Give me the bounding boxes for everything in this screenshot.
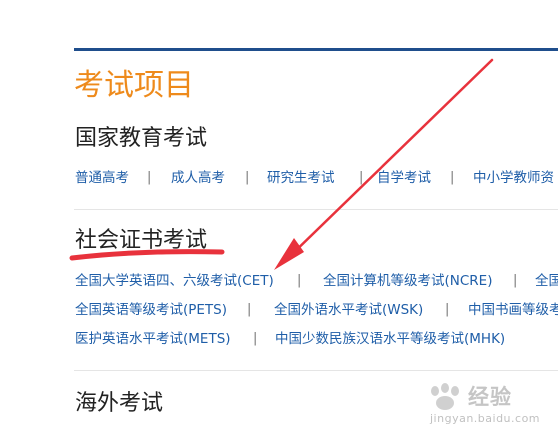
top-rule bbox=[74, 48, 558, 51]
watermark-brand: 经验 bbox=[468, 385, 512, 409]
link-separator: | bbox=[245, 170, 250, 185]
section-title-national-education: 国家教育考试 bbox=[75, 126, 208, 151]
exam-link[interactable]: 自学考试 bbox=[377, 168, 431, 188]
annotation-arrow-head bbox=[274, 238, 304, 270]
watermark: 经验 jingyan.baidu.com bbox=[422, 382, 556, 430]
watermark-url: jingyan.baidu.com bbox=[430, 412, 541, 425]
exam-link[interactable]: 普通高考 bbox=[75, 168, 129, 188]
exam-link-mhk[interactable]: 中国少数民族汉语水平等级考试(MHK) bbox=[275, 329, 505, 349]
exam-link-pets[interactable]: 全国英语等级考试(PETS) bbox=[75, 300, 227, 320]
exam-link[interactable]: 成人高考 bbox=[171, 168, 225, 188]
section-title-social-certificate: 社会证书考试 bbox=[75, 228, 208, 253]
section-divider bbox=[74, 209, 558, 210]
link-separator: | bbox=[445, 302, 450, 317]
link-separator: | bbox=[359, 170, 364, 185]
link-separator: | bbox=[147, 170, 152, 185]
exam-link[interactable]: 中小学教师资 bbox=[473, 168, 554, 188]
exam-link-cet[interactable]: 全国大学英语四、六级考试(CET) bbox=[75, 271, 274, 291]
link-separator: | bbox=[253, 331, 258, 346]
link-separator: | bbox=[247, 302, 252, 317]
section-title-overseas: 海外考试 bbox=[75, 391, 164, 416]
link-separator: | bbox=[513, 273, 518, 288]
section-divider bbox=[74, 370, 558, 371]
exam-link-wsk[interactable]: 全国外语水平考试(WSK) bbox=[274, 300, 423, 320]
exam-link-mets[interactable]: 医护英语水平考试(METS) bbox=[75, 329, 231, 349]
paw-logo-icon bbox=[431, 383, 459, 410]
exam-link[interactable]: 研究生考试 bbox=[267, 168, 335, 188]
link-separator: | bbox=[297, 273, 302, 288]
exam-link[interactable]: 中国书画等级考 bbox=[468, 300, 558, 320]
annotation-arrow-shaft bbox=[282, 58, 494, 264]
exam-link-ncre[interactable]: 全国计算机等级考试(NCRE) bbox=[323, 271, 492, 291]
page-title: 考试项目 bbox=[74, 68, 194, 103]
link-separator: | bbox=[450, 170, 455, 185]
exam-link[interactable]: 全国 bbox=[535, 271, 558, 291]
